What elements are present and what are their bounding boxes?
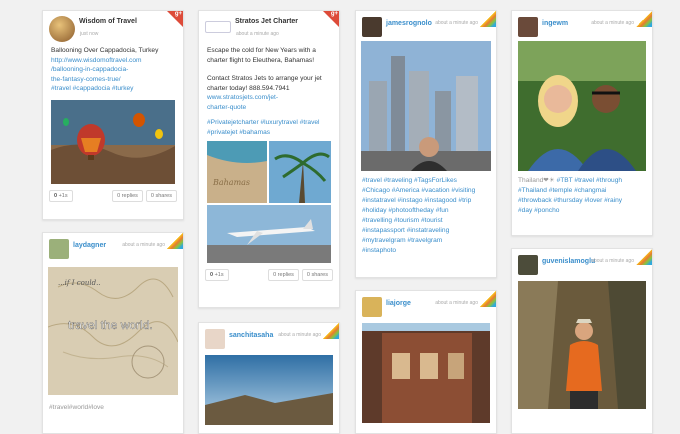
username[interactable]: Stratos Jet Charter <box>235 18 298 25</box>
post-card-stratos-jet-charter: Stratos Jet Charter about a minute ago g… <box>198 10 340 308</box>
couple-photo[interactable] <box>518 41 646 171</box>
post-card-liajorge: liajorge about a minute ago <box>355 290 497 434</box>
plus-one-button[interactable]: 0 +1s <box>49 189 73 202</box>
post-card-ingewm: ingewm about a minute ago Thailand❤☀ #TB… <box>511 10 653 236</box>
shares-button[interactable]: 0 shares <box>145 189 177 202</box>
hashtags[interactable]: #travel #cappadocia #turkey <box>43 84 183 94</box>
timestamp: about a minute ago <box>278 332 321 338</box>
building-photo[interactable] <box>362 323 490 423</box>
avatar[interactable] <box>362 297 382 317</box>
avatar[interactable] <box>49 16 75 42</box>
timestamp: about a minute ago <box>591 258 634 264</box>
shares-button[interactable]: 0 shares <box>301 269 333 281</box>
timestamp: about a minute ago <box>435 300 478 306</box>
hiker-photo[interactable] <box>518 281 646 409</box>
chicago-photo[interactable] <box>361 41 491 171</box>
username[interactable]: laydagner <box>73 242 106 249</box>
avatar[interactable] <box>518 17 538 37</box>
timestamp: about a minute ago <box>435 20 478 26</box>
timestamp: just now <box>80 31 99 37</box>
sky-photo[interactable] <box>205 355 333 425</box>
username[interactable]: sanchitasaha <box>229 332 273 339</box>
svg-text:...if I could..: ...if I could.. <box>58 279 101 287</box>
username[interactable]: ingewm <box>542 20 568 27</box>
post-link[interactable]: www.stratosjets.com/jet- charter-quote <box>199 93 339 112</box>
timestamp: about a minute ago <box>122 242 165 248</box>
post-link[interactable]: http://www.wisdomoftravel.com /balloonin… <box>43 56 183 85</box>
username[interactable]: guvenislamoglu <box>542 258 595 265</box>
post-text: Escape the cold for New Years with a cha… <box>207 47 316 64</box>
google-plus-glyph: g+ <box>174 11 182 17</box>
photo-caption: travel the world. <box>68 318 153 332</box>
instagram-icon <box>167 233 183 249</box>
instagram-icon <box>480 291 496 307</box>
replies-button[interactable]: 0 replies <box>112 189 143 202</box>
sand-writing: Bahamas <box>212 178 250 187</box>
post-card-jamesrognolo: jamesrognolo about a minute ago #travel … <box>355 10 497 278</box>
google-plus-glyph: g+ <box>330 11 338 17</box>
post-card-wisdom-of-travel: Wisdom of Travel just now g+ Ballooning … <box>42 10 184 220</box>
instagram-icon <box>480 11 496 27</box>
hashtags[interactable]: #Privatejetcharter #luxurytravel #travel… <box>199 118 339 137</box>
hashtags[interactable]: #travel#world#love <box>43 403 183 413</box>
post-card-sanchitasaha: sanchitasaha about a minute ago <box>198 322 340 434</box>
hashtags[interactable]: Thailand❤☀ #TBT #travel #through #Thaila… <box>512 176 652 216</box>
username[interactable]: liajorge <box>386 300 411 307</box>
avatar[interactable] <box>205 21 231 33</box>
post-text-contact: Contact Stratos Jets to arrange your jet… <box>207 75 322 92</box>
instagram-icon <box>636 11 652 27</box>
replies-button[interactable]: 0 replies <box>268 269 299 281</box>
instagram-icon <box>636 249 652 265</box>
travel-map-photo[interactable]: ...if I could.. travel the world. <box>48 267 178 395</box>
bahamas-jet-photo[interactable]: Bahamas <box>207 141 331 263</box>
balloon-photo[interactable] <box>51 99 175 184</box>
avatar[interactable] <box>518 255 538 275</box>
hashtags[interactable]: #travel #traveling #TagsForLikes #Chicag… <box>356 176 496 256</box>
instagram-icon <box>323 323 339 339</box>
avatar[interactable] <box>362 17 382 37</box>
username[interactable]: jamesrognolo <box>386 20 432 27</box>
timestamp: about a minute ago <box>591 20 634 26</box>
avatar[interactable] <box>49 239 69 259</box>
post-card-guvenislamoglu: guvenislamoglu about a minute ago <box>511 248 653 434</box>
avatar[interactable] <box>205 329 225 349</box>
timestamp: about a minute ago <box>236 31 279 37</box>
post-text: Ballooning Over Cappadocia, Turkey <box>51 47 159 54</box>
plus-one-button[interactable]: 0 +1s <box>205 269 229 281</box>
username[interactable]: Wisdom of Travel <box>79 18 137 25</box>
post-card-laydagner: laydagner about a minute ago ...if I cou… <box>42 232 184 434</box>
